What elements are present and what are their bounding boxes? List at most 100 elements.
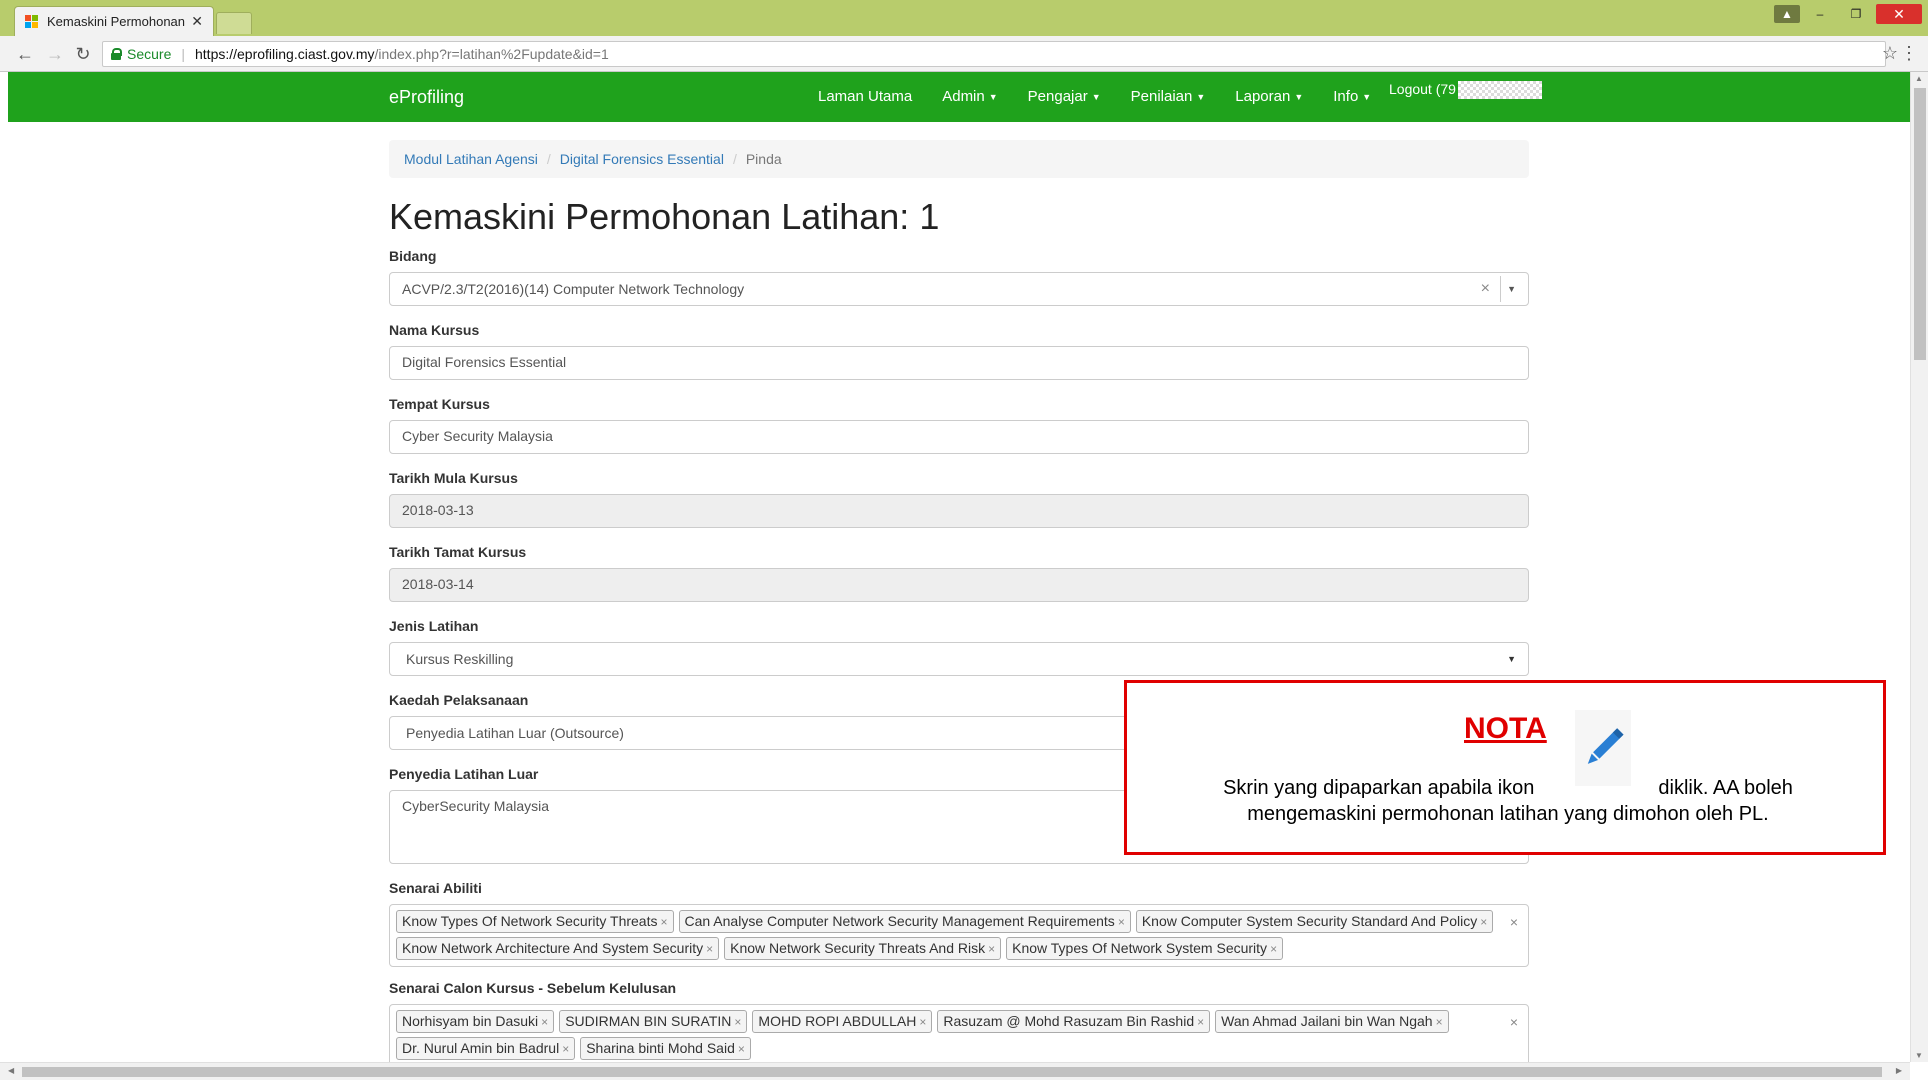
nota-line-1: Skrin yang dipaparkan apabila ikon diklik… xyxy=(1223,777,1793,799)
caret-down-icon: ▼ xyxy=(1294,92,1304,103)
new-tab-button[interactable] xyxy=(216,12,252,34)
scroll-up-icon[interactable]: ▲ xyxy=(1915,74,1923,83)
tempat-kursus-input[interactable]: Cyber Security Malaysia xyxy=(389,420,1529,454)
vertical-scrollbar[interactable]: ▲ ▼ xyxy=(1910,72,1928,1062)
calon-multiselect[interactable]: Norhisyam bin Dasuki × SUDIRMAN BIN SURAT… xyxy=(389,1004,1529,1067)
forward-arrow-icon[interactable]: → xyxy=(44,44,66,65)
bookmark-star-icon[interactable]: ☆ xyxy=(1882,43,1898,64)
caret-down-icon: ▼ xyxy=(1091,92,1101,103)
label-abiliti: Senarai Abiliti xyxy=(389,880,482,896)
tarikh-tamat-input: 2018-03-14 xyxy=(389,568,1529,602)
tarikh-mula-input: 2018-03-13 xyxy=(389,494,1529,528)
remove-tag-icon[interactable]: × xyxy=(919,1015,926,1029)
browser-tab[interactable]: Kemaskini Permohonan L ✕ xyxy=(14,6,214,36)
clear-all-icon[interactable]: × xyxy=(1510,914,1518,930)
nav-item-admin[interactable]: Admin ▼ xyxy=(942,88,997,105)
tab-title: Kemaskini Permohonan L xyxy=(47,14,186,29)
reload-icon[interactable]: ↻ xyxy=(72,44,94,65)
jenis-latihan-select[interactable]: Kursus Reskilling ▼ xyxy=(389,642,1529,676)
abiliti-multiselect[interactable]: Know Types Of Network Security Threats × … xyxy=(389,904,1529,967)
label-nama-kursus: Nama Kursus xyxy=(389,322,480,338)
horizontal-scrollbar[interactable]: ◀ ▶ xyxy=(0,1062,1910,1080)
bidang-select[interactable]: ACVP/2.3/T2(2016)(14) Computer Network T… xyxy=(389,272,1529,306)
tag-item[interactable]: SUDIRMAN BIN SURATIN × xyxy=(559,1010,748,1033)
browser-tab-strip: Kemaskini Permohonan L ✕ ▲ – ❐ ✕ xyxy=(0,0,1928,36)
nav-item-laporan[interactable]: Laporan ▼ xyxy=(1235,88,1303,105)
label-tarikh-mula: Tarikh Mula Kursus xyxy=(389,470,518,486)
remove-tag-icon[interactable]: × xyxy=(706,942,713,956)
remove-tag-icon[interactable]: × xyxy=(738,1042,745,1056)
field-tarikh-tamat: Tarikh Tamat Kursus 2018-03-14 xyxy=(389,544,1529,602)
nota-title: NOTA xyxy=(1464,712,1547,745)
tag-item[interactable]: Know Types Of Network System Security × xyxy=(1006,937,1284,960)
lock-icon xyxy=(111,48,122,60)
label-bidang: Bidang xyxy=(389,248,437,264)
breadcrumb-link-modul[interactable]: Modul Latihan Agensi xyxy=(404,151,538,167)
tag-item[interactable]: Wan Ahmad Jailani bin Wan Ngah × xyxy=(1215,1010,1449,1033)
minimize-icon[interactable]: – xyxy=(1804,5,1836,23)
back-arrow-icon[interactable]: ← xyxy=(14,44,36,65)
remove-tag-icon[interactable]: × xyxy=(541,1015,548,1029)
label-tarikh-tamat: Tarikh Tamat Kursus xyxy=(389,544,527,560)
breadcrumb-link-course[interactable]: Digital Forensics Essential xyxy=(560,151,724,167)
nav-item-pengajar[interactable]: Pengajar ▼ xyxy=(1028,88,1101,105)
tag-row: Dr. Nurul Amin bin Badrul × Sharina binti… xyxy=(396,1037,1523,1060)
tag-item[interactable]: Norhisyam bin Dasuki × xyxy=(396,1010,555,1033)
logout-link[interactable]: Logout (79 xyxy=(1389,81,1542,100)
field-bidang: Bidang ACVP/2.3/T2(2016)(14) Computer Ne… xyxy=(389,248,1529,306)
window-close-icon[interactable]: ✕ xyxy=(1876,4,1922,24)
scroll-down-icon[interactable]: ▼ xyxy=(1915,1051,1923,1060)
restore-icon[interactable]: ❐ xyxy=(1840,5,1872,23)
browser-menu-icon[interactable]: ⋮ xyxy=(1900,43,1918,64)
remove-tag-icon[interactable]: × xyxy=(1480,915,1487,929)
remove-tag-icon[interactable]: × xyxy=(660,915,667,929)
vertical-scroll-thumb[interactable] xyxy=(1914,88,1926,360)
nota-text: Skrin yang dipaparkan apabila ikon diklik… xyxy=(1127,775,1889,827)
favicon-icon xyxy=(25,14,39,29)
tag-item[interactable]: Sharina binti Mohd Said × xyxy=(580,1037,751,1060)
brand-link[interactable]: eProfiling xyxy=(389,87,464,108)
tag-item[interactable]: Rasuzam @ Mohd Rasuzam Bin Rashid × xyxy=(937,1010,1211,1033)
tag-item[interactable]: Can Analyse Computer Network Security Ma… xyxy=(678,910,1131,933)
window-controls: ▲ – ❐ ✕ xyxy=(1774,4,1928,24)
clear-all-icon[interactable]: × xyxy=(1510,1014,1518,1030)
url-input[interactable]: Secure | https://eprofiling.ciast.gov.my… xyxy=(102,41,1886,67)
chevron-down-icon[interactable]: ▼ xyxy=(1500,276,1516,302)
tag-item[interactable]: Dr. Nurul Amin bin Badrul × xyxy=(396,1037,576,1060)
field-tempat-kursus: Tempat Kursus Cyber Security Malaysia xyxy=(389,396,1529,454)
tag-item[interactable]: MOHD ROPI ABDULLAH × xyxy=(752,1010,933,1033)
tag-item[interactable]: Know Computer System Security Standard A… xyxy=(1135,910,1494,933)
field-jenis-latihan: Jenis Latihan Kursus Reskilling ▼ xyxy=(389,618,1529,676)
tag-item[interactable]: Know Network Security Threats And Risk × xyxy=(724,937,1002,960)
nav-item-info[interactable]: Info ▼ xyxy=(1333,88,1371,105)
tag-item[interactable]: Know Types Of Network Security Threats × xyxy=(396,910,674,933)
tag-row: Norhisyam bin Dasuki × SUDIRMAN BIN SURAT… xyxy=(396,1010,1523,1033)
field-calon: Senarai Calon Kursus - Sebelum Kelulusan… xyxy=(389,980,1529,1067)
remove-tag-icon[interactable]: × xyxy=(1197,1015,1204,1029)
tag-row: Know Types Of Network Security Threats × … xyxy=(396,910,1523,933)
user-profile-icon[interactable]: ▲ xyxy=(1774,5,1800,23)
remove-tag-icon[interactable]: × xyxy=(1436,1015,1443,1029)
remove-tag-icon[interactable]: × xyxy=(1270,942,1277,956)
tag-item[interactable]: Know Network Architecture And System Sec… xyxy=(396,937,720,960)
remove-tag-icon[interactable]: × xyxy=(562,1042,569,1056)
breadcrumb-active: Pinda xyxy=(745,151,782,167)
nav-item-penilaian[interactable]: Penilaian ▼ xyxy=(1131,88,1206,105)
caret-down-icon: ▼ xyxy=(988,92,998,103)
chevron-down-icon: ▼ xyxy=(1507,654,1516,664)
remove-tag-icon[interactable]: × xyxy=(734,1015,741,1029)
remove-tag-icon[interactable]: × xyxy=(988,942,995,956)
field-nama-kursus: Nama Kursus Digital Forensics Essential xyxy=(389,322,1529,380)
horizontal-scroll-thumb[interactable] xyxy=(22,1067,1882,1077)
redacted-user-id xyxy=(1457,81,1542,100)
remove-tag-icon[interactable]: × xyxy=(1118,915,1125,929)
scroll-left-icon[interactable]: ◀ xyxy=(8,1066,14,1075)
breadcrumb-separator: / xyxy=(732,151,737,167)
tab-close-icon[interactable]: ✕ xyxy=(191,13,203,30)
nav-item-laman-utama[interactable]: Laman Utama xyxy=(818,88,912,105)
clear-icon[interactable]: × xyxy=(1481,280,1490,298)
scroll-right-icon[interactable]: ▶ xyxy=(1896,1066,1902,1075)
main-content: Modul Latihan Agensi / Digital Forensics E… xyxy=(389,140,1529,1067)
address-bar-row: ← → ↻ Secure | https://eprofiling.ciast.… xyxy=(0,36,1928,72)
nama-kursus-input[interactable]: Digital Forensics Essential xyxy=(389,346,1529,380)
